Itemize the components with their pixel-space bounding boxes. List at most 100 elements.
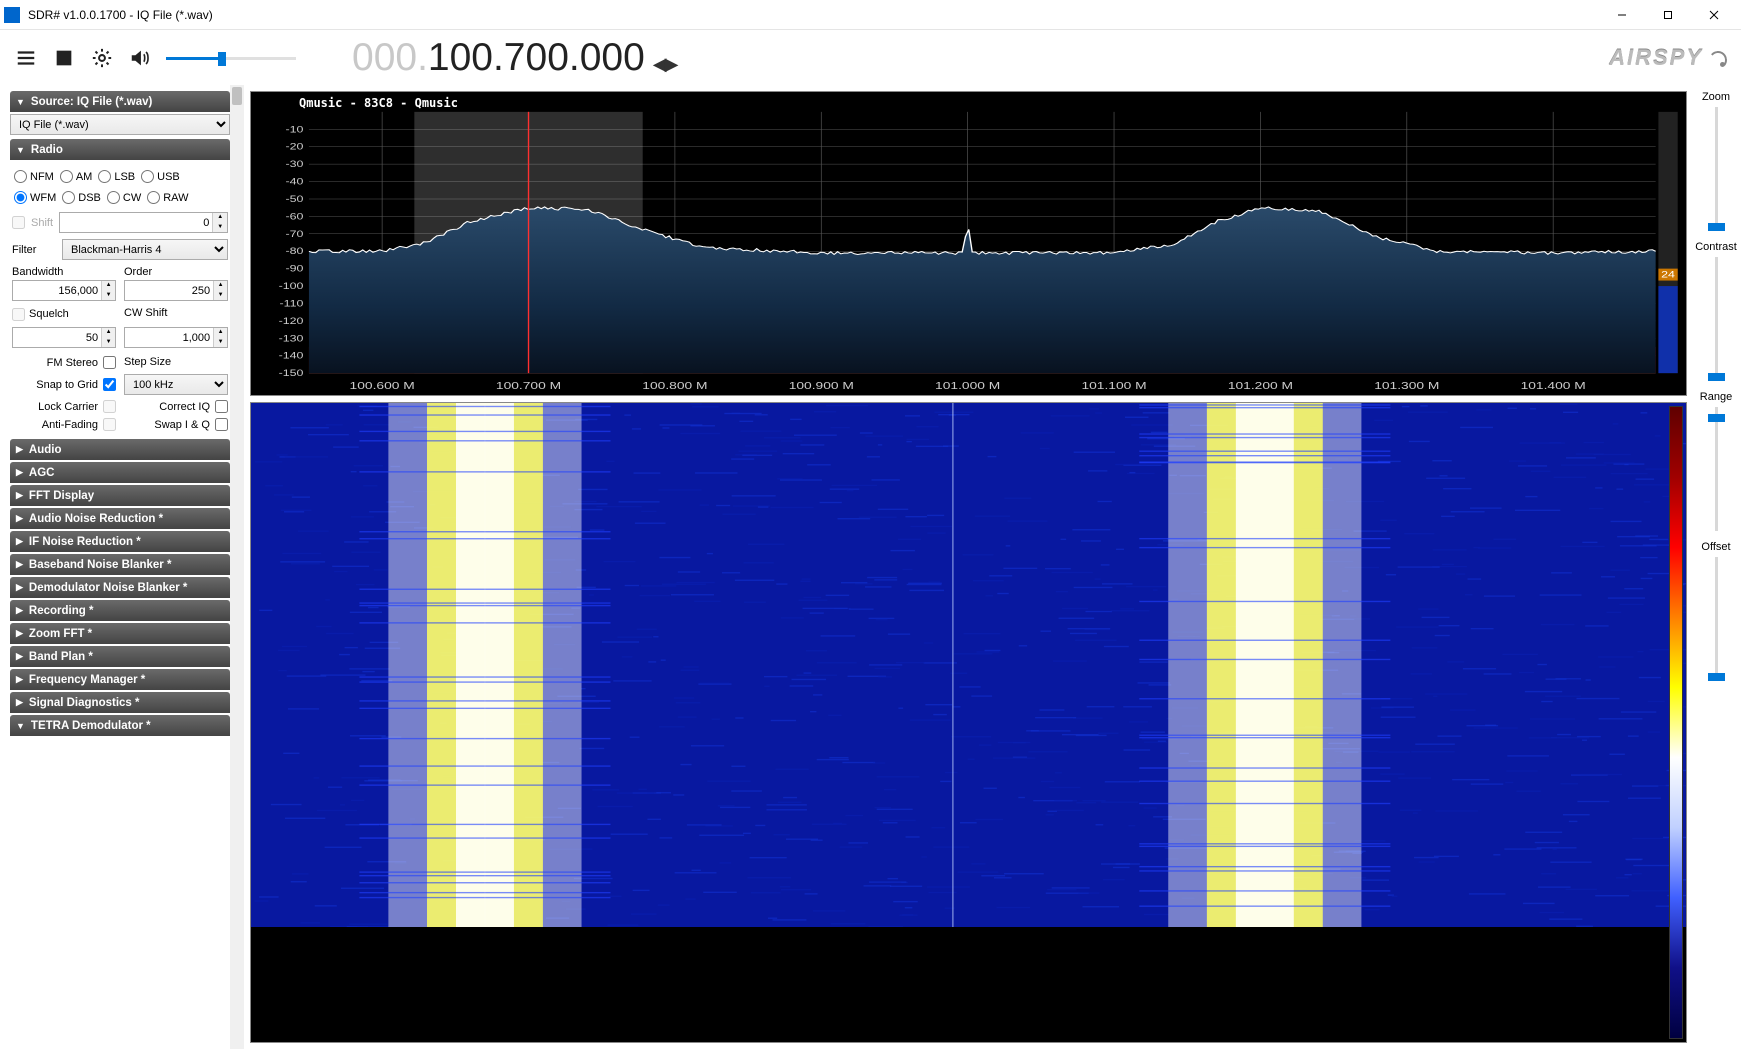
mode-radio-cw[interactable] [107,191,120,204]
panel-header-source[interactable]: Source: IQ File (*.wav) [10,91,230,112]
panel-header-frequency-manager-[interactable]: Frequency Manager * [10,669,230,690]
panel-title: AGC [29,467,55,479]
filter-label: Filter [12,244,56,256]
svg-text:-50: -50 [285,195,303,205]
stop-button-icon[interactable] [52,46,76,70]
squelch-spinbox[interactable]: ▲▼ [12,327,116,348]
panel-header-demodulator-noise-blanker-[interactable]: Demodulator Noise Blanker * [10,577,230,598]
panel-header-radio[interactable]: Radio [10,139,230,160]
panel-header-signal-diagnostics-[interactable]: Signal Diagnostics * [10,692,230,713]
mode-wfm[interactable]: WFM [14,191,56,204]
bandwidth-spinbox[interactable]: ▲▼ [12,280,116,301]
svg-text:-10: -10 [285,125,303,135]
panel-header-audio-noise-reduction-[interactable]: Audio Noise Reduction * [10,508,230,529]
mode-radio-usb[interactable] [141,170,154,183]
chevron-right-icon [16,490,23,501]
shift-spinbox[interactable]: ▲▼ [59,212,228,233]
mode-label-nfm: NFM [30,171,54,183]
chevron-right-icon [16,697,23,708]
svg-text:-140: -140 [279,351,304,361]
mode-raw[interactable]: RAW [147,191,188,204]
shift-checkbox[interactable] [12,216,25,229]
zoom-slider[interactable] [1706,107,1726,231]
spectrum-display[interactable]: Qmusic - 83C8 - Qmusic -10-20-30-40-50-6… [250,91,1687,396]
volume-slider[interactable] [166,48,296,68]
snap-checkbox[interactable] [103,378,116,391]
main-toolbar: 000.100.700.000 ◀▶ AIRSPY [0,30,1741,85]
mode-lsb[interactable]: LSB [98,170,135,183]
chevron-right-icon [16,628,23,639]
svg-text:100.800 M: 100.800 M [642,380,707,392]
range-slider[interactable] [1706,407,1726,531]
frequency-display[interactable]: 000.100.700.000 ◀▶ [352,36,676,80]
svg-text:-70: -70 [285,229,303,239]
panel-title: Frequency Manager * [29,674,145,686]
menu-icon[interactable] [14,46,38,70]
panel-title: Demodulator Noise Blanker * [29,582,187,594]
mode-radio-wfm[interactable] [14,191,27,204]
correctiq-checkbox[interactable] [215,400,228,413]
panel-header-audio[interactable]: Audio [10,439,230,460]
chevron-right-icon [16,651,23,662]
chevron-right-icon [16,444,23,455]
svg-text:101.200 M: 101.200 M [1228,380,1293,392]
squelch-checkbox[interactable] [12,308,25,321]
zoom-label: Zoom [1702,91,1730,103]
filter-select[interactable]: Blackman-Harris 4 [62,239,228,260]
panel-header-fft-display[interactable]: FFT Display [10,485,230,506]
fmstereo-checkbox[interactable] [103,356,116,369]
frequency-leading: 000. [352,36,428,80]
order-input[interactable] [125,285,213,297]
stepsize-select[interactable]: 100 kHz [124,374,228,395]
sidebar-scrollbar[interactable] [230,85,244,1049]
order-spinbox[interactable]: ▲▼ [124,280,228,301]
contrast-slider[interactable] [1706,257,1726,381]
mode-radio-am[interactable] [60,170,73,183]
squelch-input[interactable] [13,332,101,344]
swapiq-checkbox[interactable] [215,418,228,431]
mode-nfm[interactable]: NFM [14,170,54,183]
panel-title-radio: Radio [31,144,63,156]
panel-header-if-noise-reduction-[interactable]: IF Noise Reduction * [10,531,230,552]
mode-dsb[interactable]: DSB [62,191,101,204]
panel-header-band-plan-[interactable]: Band Plan * [10,646,230,667]
panel-header-baseband-noise-blanker-[interactable]: Baseband Noise Blanker * [10,554,230,575]
offset-slider[interactable] [1706,557,1726,681]
waterfall-display[interactable] [250,402,1687,1043]
panel-title: Audio Noise Reduction * [29,513,163,525]
cwshift-input[interactable] [125,332,213,344]
mode-cw[interactable]: CW [107,191,141,204]
maximize-button[interactable] [1645,0,1691,30]
panel-header-zoom-fft-[interactable]: Zoom FFT * [10,623,230,644]
mode-radio-nfm[interactable] [14,170,27,183]
order-label: Order [124,266,228,278]
swapiq-label: Swap I & Q [154,419,210,431]
window-titlebar: SDR# v1.0.0.1700 - IQ File (*.wav) [0,0,1741,30]
shift-label: Shift [31,217,53,229]
mode-usb[interactable]: USB [141,170,180,183]
frequency-step-arrows[interactable]: ◀▶ [653,54,677,75]
panel-header-tetra[interactable]: TETRA Demodulator * [10,715,230,736]
antifading-checkbox[interactable] [103,418,116,431]
mode-am[interactable]: AM [60,170,93,183]
panel-title: Baseband Noise Blanker * [29,559,172,571]
mode-radio-raw[interactable] [147,191,160,204]
volume-icon[interactable] [128,46,152,70]
settings-gear-icon[interactable] [90,46,114,70]
lockcarrier-checkbox[interactable] [103,400,116,413]
mode-radio-dsb[interactable] [62,191,75,204]
cwshift-spinbox[interactable]: ▲▼ [124,327,228,348]
chevron-right-icon [16,513,23,524]
shift-input[interactable] [60,217,212,229]
svg-text:-150: -150 [279,369,304,379]
panel-header-recording-[interactable]: Recording * [10,600,230,621]
bandwidth-input[interactable] [13,285,101,297]
source-select[interactable]: IQ File (*.wav) [10,114,230,135]
panel-title-source: Source: IQ File (*.wav) [31,96,152,108]
panel-header-agc[interactable]: AGC [10,462,230,483]
minimize-button[interactable] [1599,0,1645,30]
squelch-label: Squelch [29,308,69,320]
close-button[interactable] [1691,0,1737,30]
mode-radio-lsb[interactable] [98,170,111,183]
snap-label: Snap to Grid [36,379,98,391]
